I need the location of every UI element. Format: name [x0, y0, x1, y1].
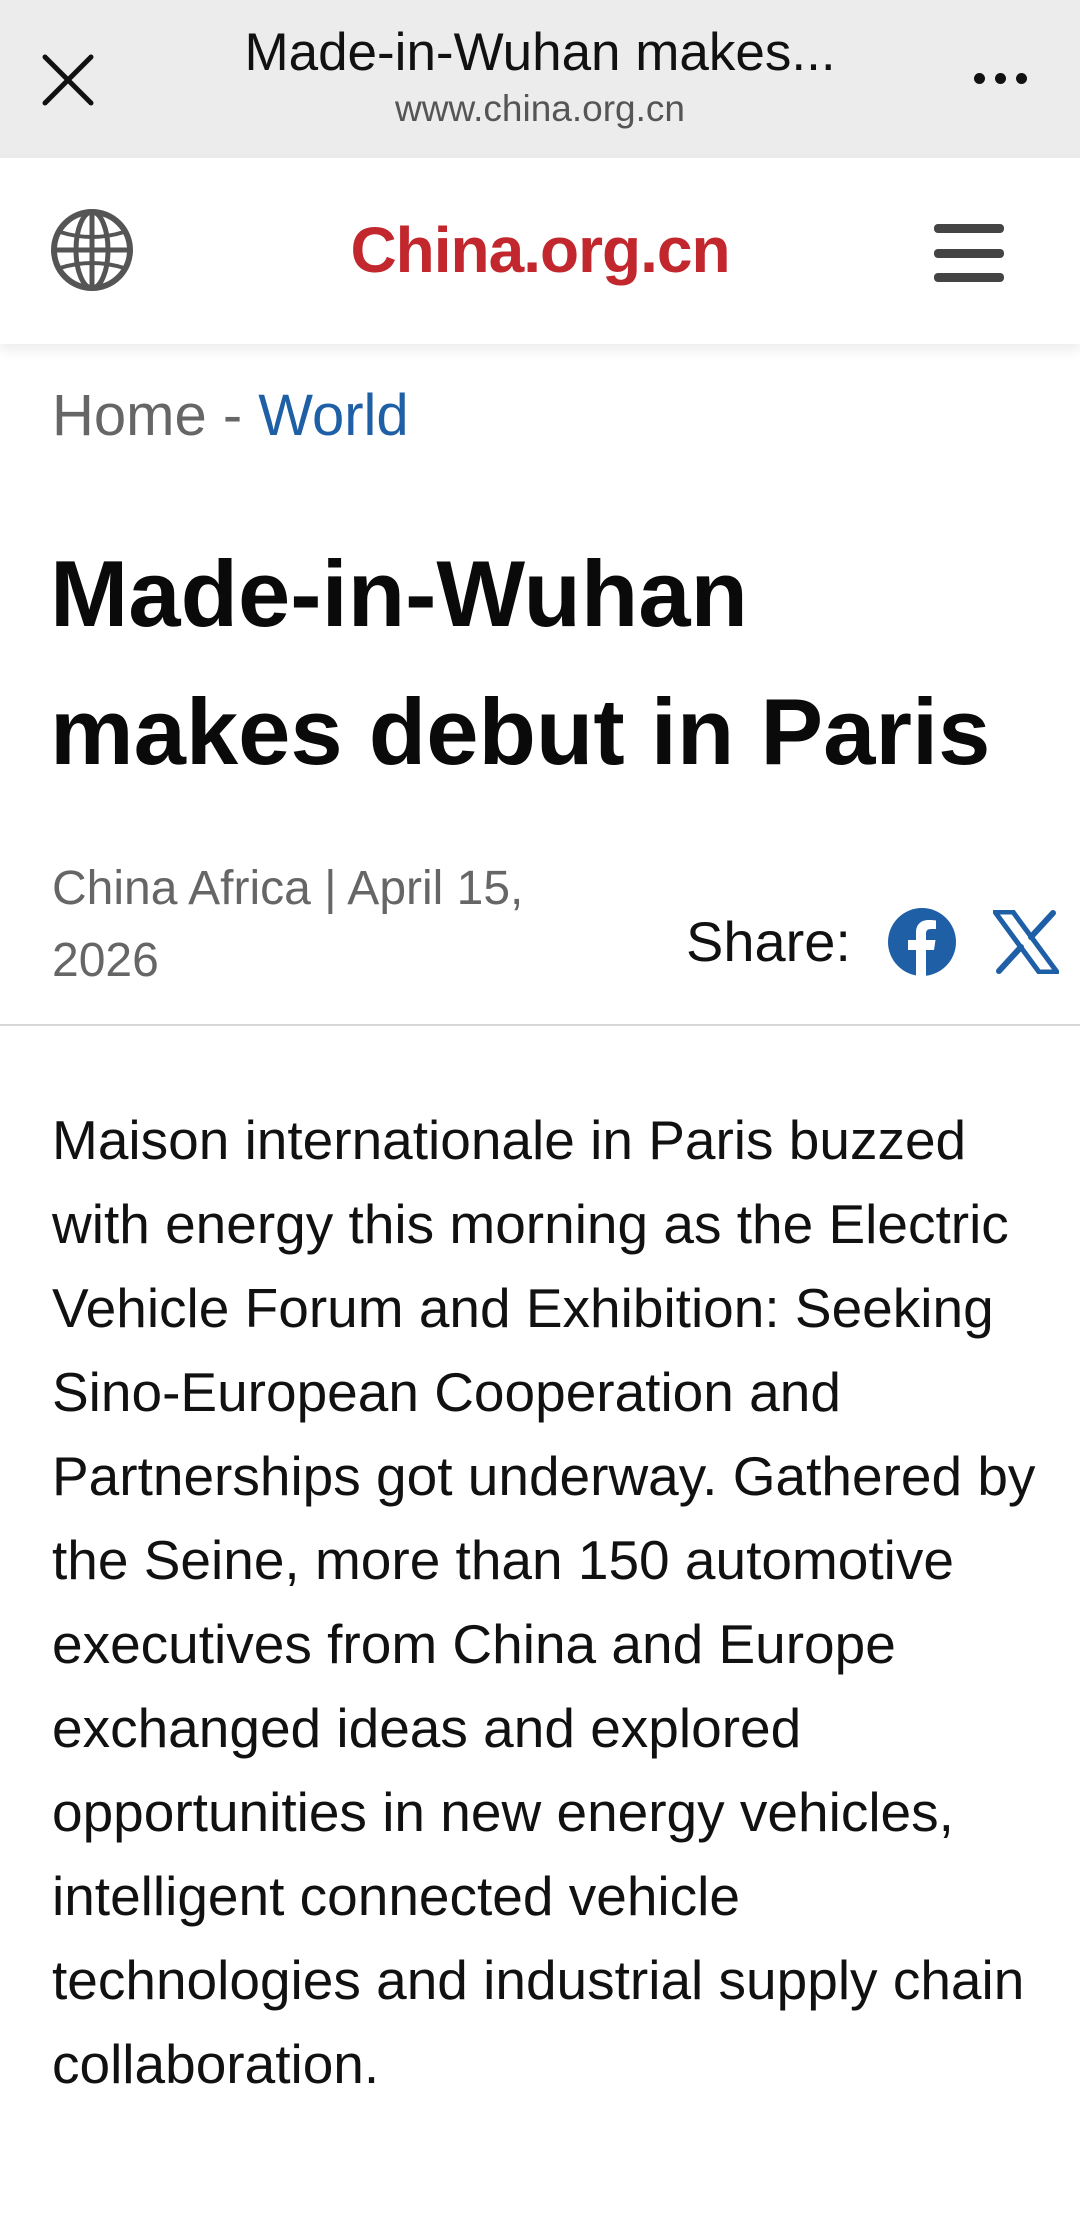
close-icon [42, 54, 94, 106]
more-icon [973, 72, 985, 84]
article-meta: China Africa | April 15, 2026 [52, 853, 612, 997]
share-label: Share: [686, 910, 851, 973]
breadcrumb-section-link[interactable]: World [258, 383, 408, 448]
close-button[interactable] [30, 42, 106, 118]
browser-title-area: Made-in-Wuhan makes... www.china.org.cn [160, 22, 920, 132]
meta-divider [0, 1024, 1080, 1026]
site-logo[interactable]: China.org.cn [0, 210, 1080, 290]
page: Made-in-Wuhan makes... www.china.org.cn … [0, 0, 1080, 2216]
browser-url: www.china.org.cn [395, 88, 685, 129]
facebook-icon[interactable] [887, 907, 957, 977]
breadcrumb-home-link[interactable]: Home [52, 383, 207, 448]
breadcrumb: Home - World [52, 378, 409, 454]
meta-separator: | [310, 862, 348, 915]
breadcrumb-separator: - [206, 383, 259, 448]
site-header: China.org.cn [0, 158, 1080, 344]
more-button[interactable] [960, 48, 1040, 108]
share-bar: Share: [686, 905, 1059, 979]
article-body: Maison internationale in Paris buzzed wi… [52, 1109, 1036, 2095]
browser-toolbar: Made-in-Wuhan makes... www.china.org.cn [0, 0, 1080, 158]
menu-button[interactable] [934, 224, 1004, 282]
x-twitter-icon[interactable] [993, 910, 1059, 974]
hamburger-menu-icon [934, 224, 1004, 233]
article-source: China Africa [52, 862, 311, 915]
article-headline: Made-in-Wuhan makes debut in Paris [50, 541, 991, 784]
browser-page-title: Made-in-Wuhan makes... [244, 23, 836, 82]
